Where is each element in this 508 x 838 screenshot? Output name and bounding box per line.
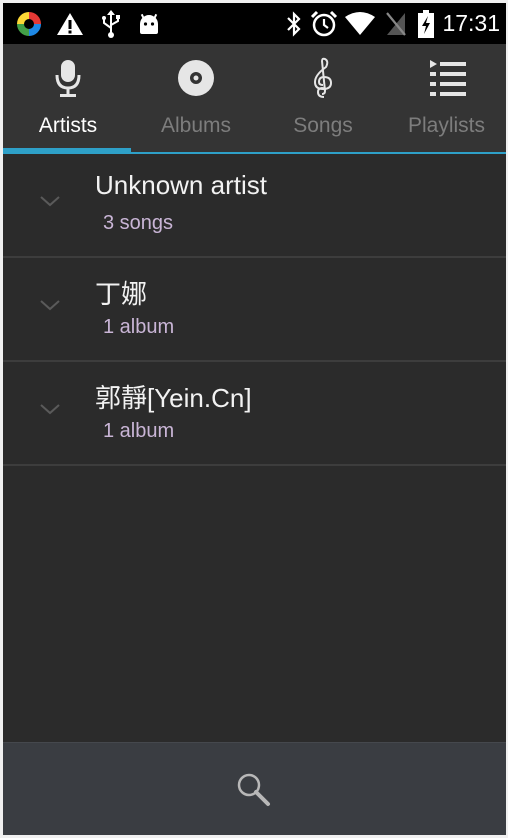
status-bar: 17:31 (3, 3, 506, 44)
tab-artists-label: Artists (38, 114, 98, 137)
no-sim-icon (383, 3, 409, 44)
chevron-down-icon[interactable] (39, 194, 61, 208)
usb-icon (99, 3, 123, 44)
artist-detail: 1 album (103, 316, 175, 338)
bottom-action-bar (3, 742, 506, 835)
artist-list: Unknown artist 3 songs 丁娜 1 album 郭靜[Yei… (3, 154, 506, 466)
tab-songs-label: Songs (293, 114, 353, 137)
list-item[interactable]: Unknown artist 3 songs (3, 154, 506, 258)
tab-songs[interactable]: Songs (260, 44, 386, 152)
battery-charging-icon (415, 3, 437, 44)
artist-name: 郭靜[Yein.Cn] (95, 383, 252, 413)
warning-icon (55, 3, 85, 44)
status-clock: 17:31 (442, 10, 500, 36)
tab-playlists[interactable]: Playlists (387, 44, 506, 152)
list-item[interactable]: 丁娜 1 album (3, 258, 506, 362)
tab-playlists-label: Playlists (407, 114, 486, 137)
wifi-icon (343, 3, 377, 44)
list-item[interactable]: 郭靜[Yein.Cn] 1 album (3, 362, 506, 466)
artist-name: Unknown artist (95, 170, 267, 200)
tab-albums[interactable]: Albums (133, 44, 259, 152)
disc-icon (133, 56, 259, 100)
playlist-icon (389, 56, 506, 100)
tab-artists[interactable]: Artists (5, 44, 131, 152)
search-icon (237, 773, 270, 806)
tab-albums-label: Albums (160, 114, 232, 137)
alarm-icon (309, 3, 339, 44)
chevron-down-icon[interactable] (39, 298, 61, 312)
android-icon (135, 3, 163, 44)
artist-detail: 3 songs (103, 212, 174, 234)
music-app-screen: 17:31 Artists Albums Songs Playlists Unk… (3, 3, 506, 835)
microphone-icon (5, 56, 131, 100)
artist-name: 丁娜 (95, 279, 148, 309)
artist-detail: 1 album (103, 420, 175, 442)
search-button[interactable] (229, 767, 279, 813)
treble-clef-icon (260, 56, 386, 100)
app-color-icon (15, 3, 43, 44)
bluetooth-icon (283, 3, 305, 44)
chevron-down-icon[interactable] (39, 402, 61, 416)
tab-bar: Artists Albums Songs Playlists (3, 44, 506, 154)
